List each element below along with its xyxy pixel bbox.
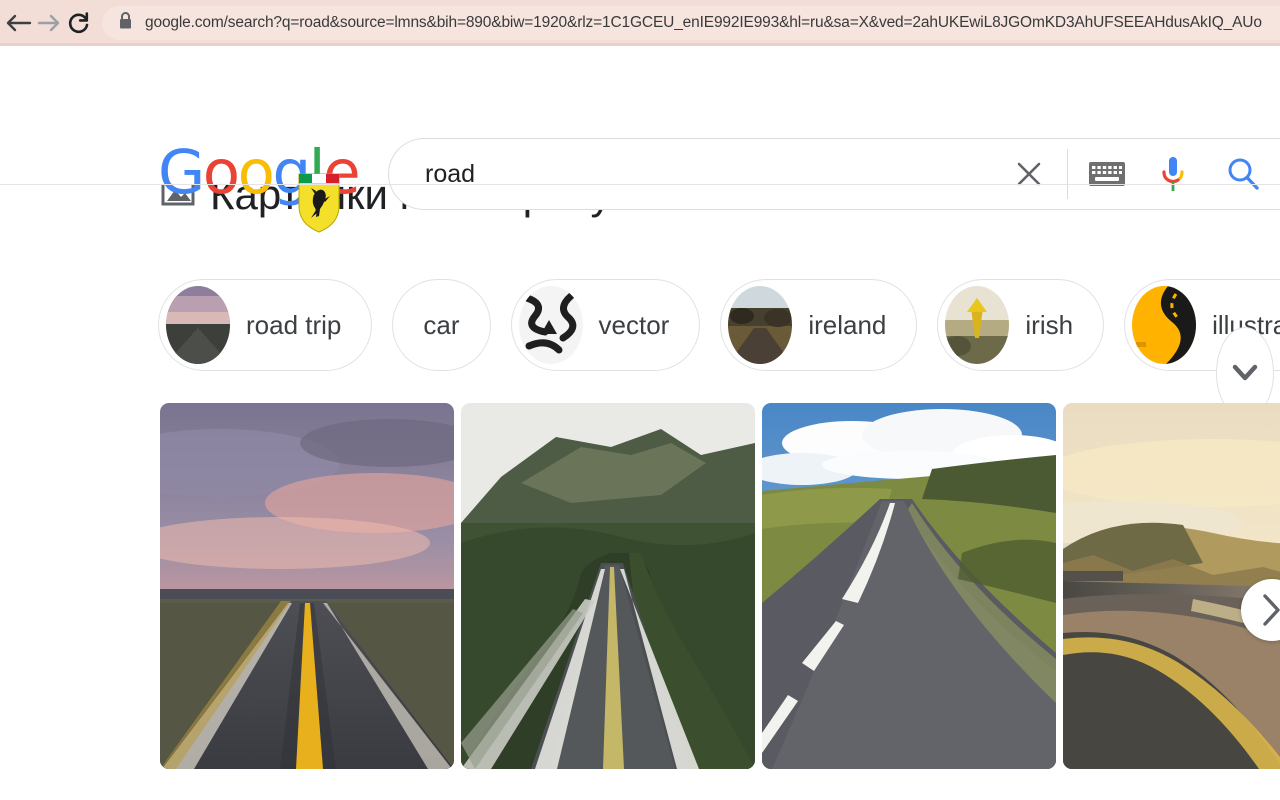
chip-car[interactable]: car (392, 279, 491, 371)
address-bar-url: google.com/search?q=road&source=lmns&bih… (145, 14, 1262, 31)
vector-thumb (518, 286, 583, 364)
chevron-right-icon (1263, 594, 1280, 626)
reload-icon[interactable] (64, 8, 94, 38)
chip-label: car (423, 309, 460, 340)
lock-icon[interactable] (118, 11, 133, 35)
chip-irish[interactable]: irish (937, 279, 1105, 371)
microphone-icon[interactable] (1140, 142, 1206, 206)
keyboard-icon[interactable] (1074, 142, 1140, 206)
back-arrow-icon[interactable] (4, 8, 34, 38)
image-result-irish-country-road[interactable] (762, 403, 1056, 769)
forward-arrow-icon[interactable] (34, 8, 64, 38)
chip-label: vector (598, 309, 670, 340)
search-icon[interactable] (1206, 142, 1280, 206)
road-trip-thumb (166, 286, 230, 364)
search-box-divider (1067, 149, 1068, 199)
chip-label: road trip (246, 309, 342, 340)
chip-label: ireland (808, 309, 887, 340)
image-result-desert-road-sunset-sky[interactable] (160, 403, 454, 769)
chip-road-trip[interactable]: road trip (158, 279, 373, 371)
search-input[interactable]: road (425, 160, 997, 189)
related-searches-chips: road trip car vector ireland irish illus… (158, 279, 1280, 371)
chip-vector[interactable]: vector (510, 279, 701, 371)
image-result-coastal-sunset-road[interactable] (1063, 403, 1280, 769)
logo-letter: G (158, 137, 205, 208)
close-icon[interactable] (997, 142, 1061, 206)
chip-ireland[interactable]: ireland (720, 279, 918, 371)
ferrari-shield-logo (296, 170, 342, 234)
illustration-thumb (1132, 286, 1197, 364)
search-box[interactable]: road (388, 138, 1280, 210)
chip-label: irish (1025, 309, 1074, 340)
image-results-grid (160, 403, 1280, 769)
ireland-thumb (728, 286, 793, 364)
address-bar[interactable]: google.com/search?q=road&source=lmns&bih… (102, 6, 1280, 40)
image-result-mountain-forest-road[interactable] (461, 403, 755, 769)
browser-toolbar: google.com/search?q=road&source=lmns&bih… (0, 0, 1280, 46)
logo-letter: o (237, 137, 275, 208)
sticky-search-header: Google road (0, 46, 1280, 233)
irish-thumb (945, 286, 1010, 364)
logo-letter: o (202, 137, 240, 208)
